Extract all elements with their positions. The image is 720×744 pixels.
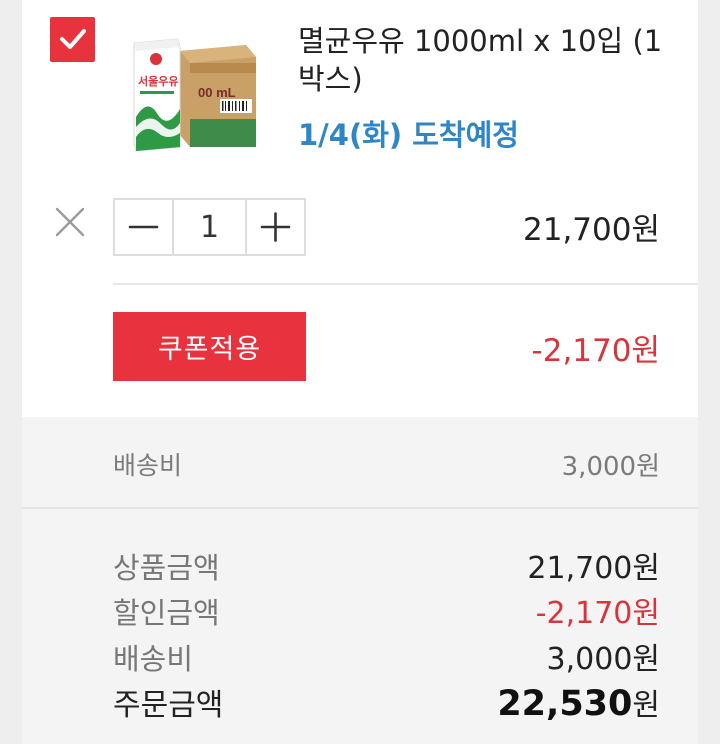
shipping-fee-value: 3,000원 [546, 642, 660, 677]
order-total-number: 22,530 [497, 684, 633, 724]
close-icon[interactable] [54, 206, 86, 238]
order-total-unit: 원 [632, 688, 660, 723]
quantity-stepper: 1 [113, 198, 306, 256]
package-label: 00 mL [198, 85, 236, 100]
product-image[interactable]: 00 mL 서울우유 [128, 37, 256, 153]
apply-coupon-button[interactable]: 쿠폰적용 [113, 312, 306, 381]
plus-icon [260, 212, 291, 242]
order-total-value: 22,530원 [497, 680, 660, 724]
summary-row-discount: 할인금액 -2,170원 [113, 588, 660, 632]
decrease-quantity-button[interactable] [115, 200, 172, 254]
minus-icon [128, 225, 159, 229]
shipping-value: 3,000원 [561, 452, 660, 482]
product-amount-value: 21,700원 [527, 551, 660, 586]
quantity-input[interactable]: 1 [172, 200, 247, 254]
summary-row-product: 상품금액 21,700원 [113, 543, 660, 587]
delivery-date: 1/4(화) 도착예정 [298, 118, 519, 152]
check-icon [60, 29, 86, 49]
discount-amount-label: 할인금액 [113, 596, 220, 630]
brand-label: 서울우유 [138, 74, 178, 88]
shipping-fee-label: 배송비 [113, 642, 194, 676]
order-total-label: 주문금액 [113, 688, 224, 723]
discount-amount-value: -2,170원 [535, 596, 660, 631]
shipping-label: 배송비 [113, 451, 183, 480]
product-title[interactable]: 멸균우유 1000ml x 10입 (1박스) [298, 22, 678, 98]
summary-row-shipping: 배송비 3,000원 [113, 634, 660, 678]
product-amount-label: 상품금액 [113, 551, 220, 585]
item-price: 21,700원 [523, 212, 660, 248]
coupon-discount-amount: -2,170원 [531, 333, 660, 369]
increase-quantity-button[interactable] [247, 200, 304, 254]
item-select-checkbox[interactable] [50, 17, 95, 62]
divider [113, 283, 698, 285]
summary-row-total: 주문금액 22,530원 [113, 680, 660, 724]
